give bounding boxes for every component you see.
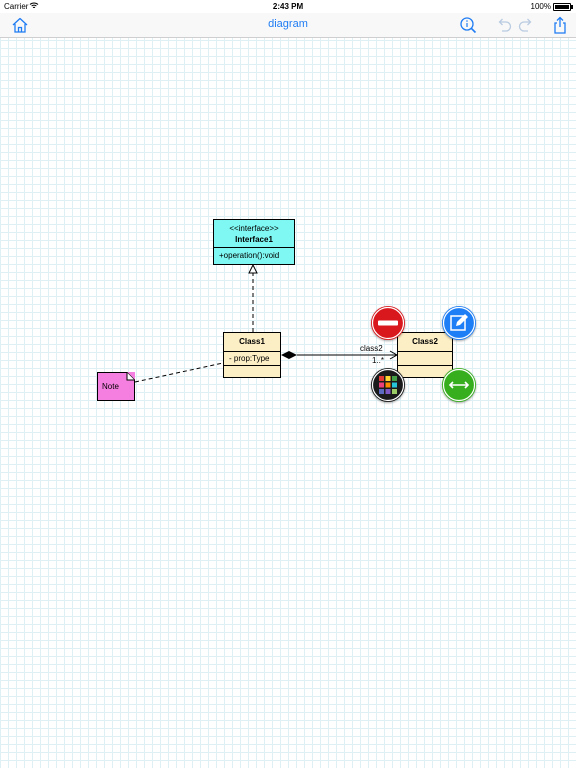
navigation-bar: diagram [0,13,576,38]
diagram-canvas[interactable]: <<interface>> Interface1 +operation():vo… [0,38,576,768]
undo-icon[interactable] [494,16,514,34]
association-role-label: class2 [360,344,383,353]
battery-percent: 100% [530,2,551,11]
clock: 2:43 PM [272,2,304,11]
delete-button[interactable] [371,306,405,340]
edit-icon [442,306,476,340]
search-info-icon[interactable] [458,16,478,34]
redo-icon[interactable] [516,16,536,34]
minus-icon [371,306,405,340]
interface-name: Interface1 [235,235,273,244]
class-class1[interactable]: Class1 - prop:Type [223,332,281,378]
color-button[interactable] [371,368,405,402]
note-anchor-line [134,362,224,383]
class1-attribute: - prop:Type [224,351,280,365]
interface-operations-section: +operation():void [214,247,294,264]
class1-name: Class1 [239,337,265,346]
palette-grid-icon [371,368,405,402]
class1-operations-section [224,365,280,377]
class2-attributes-section [398,351,452,365]
page-title: diagram [268,18,308,30]
status-bar: Carrier 2:43 PM 100% [0,0,576,13]
edit-button[interactable] [442,306,476,340]
interface-interface1[interactable]: <<interface>> Interface1 +operation():vo… [213,219,295,265]
double-arrow-icon [442,368,476,402]
composition-diamond [281,351,297,359]
battery-icon [553,3,573,11]
connector-layer [134,263,399,383]
interface-stereotype: <<interface>> [229,224,279,233]
interface-operation: +operation():void [219,251,280,260]
interface-name-section: <<interface>> Interface1 [214,220,294,247]
connect-button[interactable] [442,368,476,402]
association-multiplicity-label: 1..* [372,356,385,365]
realization-arrowhead [248,263,258,274]
share-icon[interactable] [550,16,570,34]
note-element[interactable]: Note [97,372,135,401]
note-text: Note [102,382,119,391]
